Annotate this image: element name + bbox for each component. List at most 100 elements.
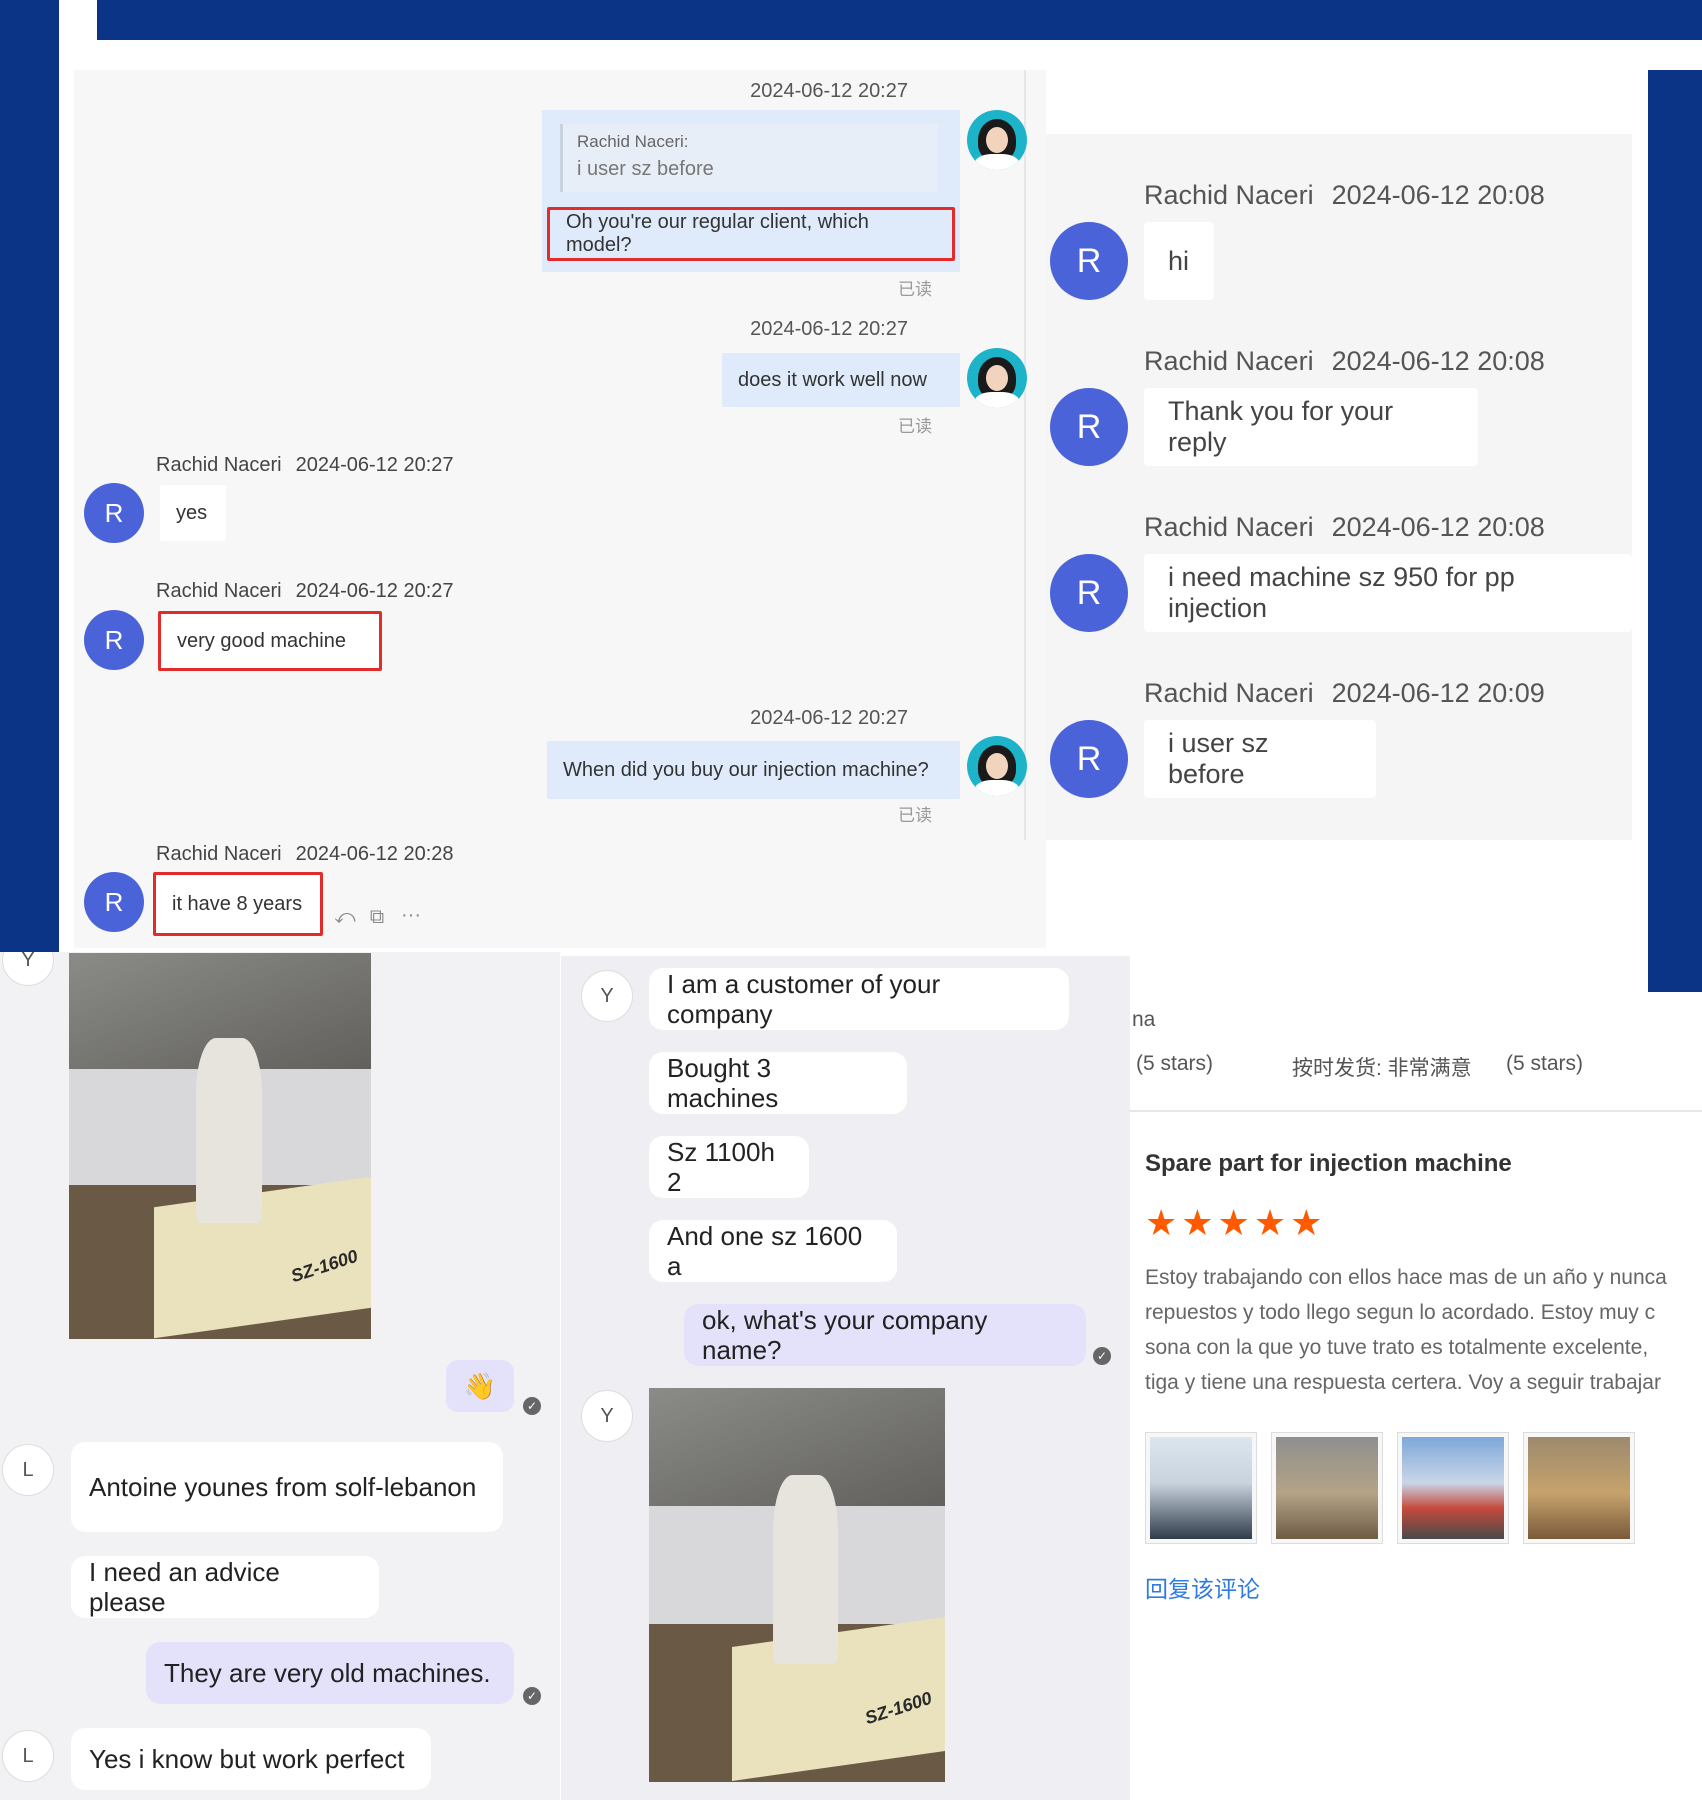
message-bubble[interactable]: When did you buy our injection machine?: [547, 741, 960, 799]
contact-avatar[interactable]: Y: [581, 1390, 633, 1442]
message-bubble[interactable]: hi: [1144, 222, 1214, 300]
quote-sender: Rachid Naceri:: [577, 132, 689, 151]
sender-line: Rachid Naceri 2024-06-12 20:09: [1144, 678, 1545, 709]
contact-avatar[interactable]: R: [84, 872, 144, 932]
message-bubble[interactable]: Yes i know but work perfect: [71, 1728, 431, 1790]
sender-name: Rachid Naceri: [156, 454, 282, 476]
message-bubble[interactable]: I am a customer of your company: [649, 968, 1069, 1030]
message-timestamp: 2024-06-12 20:08: [1331, 346, 1545, 376]
message-bubble[interactable]: does it work well now: [722, 353, 960, 407]
star-rating: ★★★★★: [1145, 1202, 1327, 1243]
machine-photo[interactable]: SZ-1600: [649, 1388, 945, 1782]
chat-panel-agent: 2024-06-12 20:27 Rachid Naceri: i user s…: [74, 70, 1046, 948]
message-bubble[interactable]: And one sz 1600 a: [649, 1220, 897, 1282]
message-bubble[interactable]: Bought 3 machines: [649, 1052, 907, 1114]
agent-avatar[interactable]: [967, 110, 1027, 170]
read-status: 已读: [898, 806, 932, 825]
sender-name: Rachid Naceri: [1144, 180, 1314, 210]
sender-line: Rachid Naceri 2024-06-12 20:28: [156, 843, 454, 866]
chat-panel-mobile-middle: Y I am a customer of your company Bought…: [561, 956, 1130, 1800]
message-timestamp: 2024-06-12 20:08: [1331, 512, 1545, 542]
sender-line: Rachid Naceri 2024-06-12 20:08: [1144, 512, 1545, 543]
message-bubble[interactable]: i user sz before: [1144, 720, 1376, 798]
quoted-reference: Rachid Naceri: i user sz before: [560, 124, 938, 192]
delivered-check-icon: ✓: [1093, 1347, 1111, 1365]
review-title: Spare part for injection machine: [1145, 1150, 1512, 1177]
sender-name: Rachid Naceri: [1144, 678, 1314, 708]
delivery-rating-stars: (5 stars): [1506, 1052, 1584, 1075]
translate-icon[interactable]: ⧉: [364, 906, 390, 928]
review-line: repuestos y todo llego segun lo acordado…: [1145, 1301, 1656, 1324]
message-bubble[interactable]: i need machine sz 950 for pp injection: [1144, 554, 1632, 632]
chat-panel-mobile-left: Y SZ-1600 👋 ✓ L Antoine younes from solf…: [0, 952, 560, 1800]
message-bubble[interactable]: Sz 1100h 2: [649, 1136, 809, 1198]
more-icon[interactable]: ···: [398, 904, 424, 926]
message-timestamp: 2024-06-12 20:09: [1331, 678, 1545, 708]
message-timestamp: 2024-06-12 20:27: [295, 580, 454, 602]
message-timestamp: 2024-06-12 20:27: [295, 454, 454, 476]
message-timestamp: 2024-06-12 20:27: [750, 80, 908, 102]
review-image-thumbnail[interactable]: [1523, 1432, 1635, 1544]
message-timestamp: 2024-06-12 20:27: [750, 318, 908, 340]
quote-text: i user sz before: [577, 158, 714, 180]
agent-avatar[interactable]: [967, 736, 1027, 796]
divider: [1130, 1110, 1702, 1112]
machine-photo[interactable]: SZ-1600: [69, 953, 371, 1339]
message-bubble-outgoing[interactable]: ok, what's your company name?: [684, 1304, 1086, 1366]
contact-avatar[interactable]: R: [1050, 388, 1128, 466]
panel-divider: [1024, 70, 1026, 840]
review-image-thumbnail[interactable]: [1397, 1432, 1509, 1544]
message-bubble[interactable]: Thank you for your reply: [1144, 388, 1478, 466]
contact-avatar[interactable]: R: [1050, 554, 1128, 632]
message-bubble[interactable]: it have 8 years: [153, 872, 323, 936]
reply-review-link[interactable]: 回复该评论: [1145, 1570, 1260, 1604]
review-line: Estoy trabajando con ellos hace mas de u…: [1145, 1266, 1667, 1289]
contact-avatar[interactable]: R: [84, 610, 144, 670]
review-image-thumbnail[interactable]: [1271, 1432, 1383, 1544]
sender-line: Rachid Naceri 2024-06-12 20:08: [1144, 346, 1545, 377]
sender-name: Rachid Naceri: [1144, 512, 1314, 542]
message-timestamp: 2024-06-12 20:08: [1331, 180, 1545, 210]
sender-name: Rachid Naceri: [156, 580, 282, 602]
read-status: 已读: [898, 280, 932, 299]
agent-avatar[interactable]: [967, 348, 1027, 408]
rating-stars-text: (5 stars): [1136, 1052, 1214, 1075]
delivered-check-icon: ✓: [523, 1687, 541, 1705]
review-text: Estoy trabajando con ellos hace mas de u…: [1145, 1260, 1702, 1400]
message-bubble[interactable]: yes: [160, 485, 226, 541]
sender-name: Rachid Naceri: [1144, 346, 1314, 376]
review-line: sona con la que yo tuve trato es totalme…: [1145, 1336, 1649, 1359]
read-status: 已读: [898, 417, 932, 436]
review-line: tiga y tiene una respuesta certera. Voy …: [1145, 1371, 1661, 1394]
chat-panel-contact: Rachid Naceri 2024-06-12 20:08 R hi Rachi…: [1046, 134, 1632, 840]
delivery-rating-label: 按时发货: 非常满意: [1292, 1057, 1472, 1080]
message-bubble[interactable]: I need an advice please: [71, 1556, 379, 1618]
contact-avatar[interactable]: Y: [581, 970, 633, 1022]
sender-name: Rachid Naceri: [156, 843, 282, 865]
right-banner: [1648, 70, 1702, 995]
contact-avatar[interactable]: L: [2, 1730, 54, 1782]
sender-line: Rachid Naceri 2024-06-12 20:27: [156, 580, 454, 603]
message-bubble[interactable]: Antoine younes from solf-lebanon: [71, 1442, 503, 1532]
review-image-thumbnail[interactable]: [1145, 1432, 1257, 1544]
message-timestamp: 2024-06-12 20:28: [295, 843, 454, 865]
left-banner: [0, 0, 59, 955]
message-timestamp: 2024-06-12 20:27: [750, 707, 908, 729]
message-bubble[interactable]: very good machine: [158, 611, 382, 671]
message-bubble[interactable]: Oh you're our regular client, which mode…: [547, 207, 955, 261]
wave-emoji-message[interactable]: 👋: [446, 1360, 514, 1412]
review-panel: na (5 stars) 按时发货: 非常满意 (5 stars) Spare …: [1130, 992, 1702, 1800]
sender-line: Rachid Naceri 2024-06-12 20:27: [156, 454, 454, 477]
contact-avatar[interactable]: R: [84, 483, 144, 543]
quoted-message-bubble[interactable]: Rachid Naceri: i user sz before Oh you'r…: [542, 110, 960, 272]
contact-avatar[interactable]: R: [1050, 720, 1128, 798]
rating-label-cut: na: [1132, 1008, 1156, 1031]
top-banner: [97, 0, 1702, 40]
reply-icon[interactable]: ⤺: [332, 906, 358, 928]
sender-line: Rachid Naceri 2024-06-12 20:08: [1144, 180, 1545, 211]
contact-avatar[interactable]: L: [2, 1444, 54, 1496]
delivered-check-icon: ✓: [523, 1397, 541, 1415]
message-bubble-outgoing[interactable]: They are very old machines.: [146, 1642, 514, 1704]
contact-avatar[interactable]: Y: [2, 952, 54, 986]
contact-avatar[interactable]: R: [1050, 222, 1128, 300]
